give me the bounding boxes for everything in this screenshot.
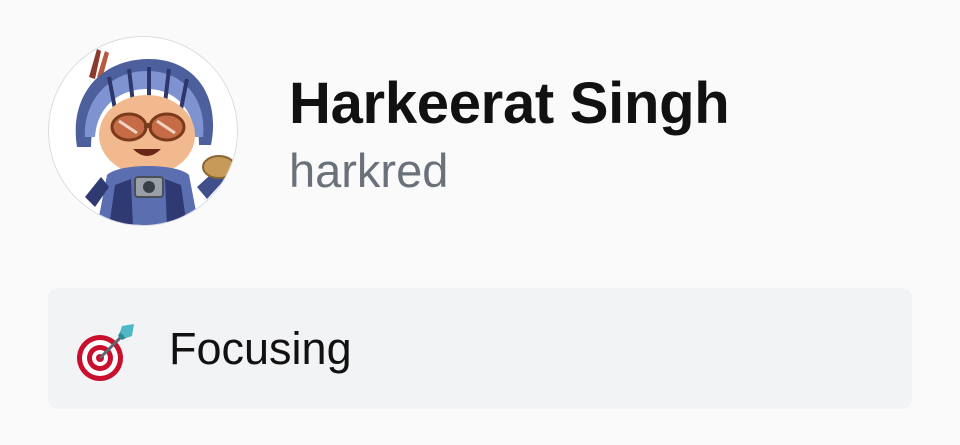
- avatar[interactable]: [48, 36, 238, 226]
- octocat-knight-avatar-icon: [49, 37, 237, 225]
- status-text: Focusing: [169, 323, 352, 374]
- display-name: Harkeerat Singh: [289, 71, 730, 136]
- profile-header: Harkeerat Singh harkred: [48, 36, 918, 230]
- username: harkred: [289, 144, 449, 197]
- status-card[interactable]: Focusing: [48, 288, 912, 409]
- direct-hit-target-icon: [74, 320, 138, 384]
- name-block: Harkeerat Singh harkred: [289, 71, 730, 199]
